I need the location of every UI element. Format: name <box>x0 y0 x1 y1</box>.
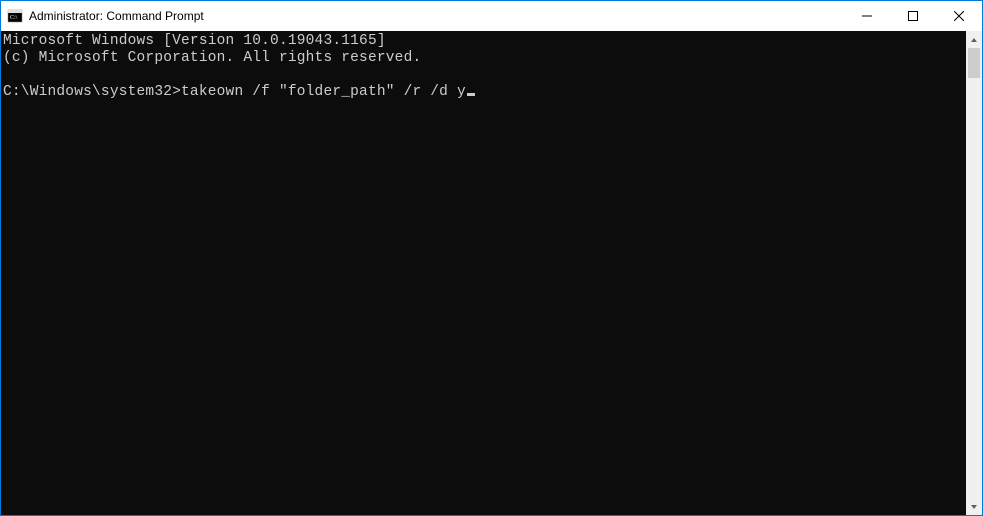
app-icon: C:\ <box>7 8 23 24</box>
window-title: Administrator: Command Prompt <box>29 9 844 23</box>
cursor <box>467 93 475 96</box>
scrollbar-thumb[interactable] <box>968 48 980 78</box>
minimize-button[interactable] <box>844 1 890 31</box>
close-button[interactable] <box>936 1 982 31</box>
console-prompt: C:\Windows\system32> <box>3 84 181 100</box>
console-line: Microsoft Windows [Version 10.0.19043.11… <box>3 33 386 49</box>
console-command: takeown /f "folder_path" /r /d y <box>181 84 466 100</box>
console-content[interactable]: Microsoft Windows [Version 10.0.19043.11… <box>1 31 966 515</box>
scroll-down-button[interactable] <box>966 498 982 515</box>
scrollbar-track[interactable] <box>966 48 982 498</box>
maximize-button[interactable] <box>890 1 936 31</box>
svg-text:C:\: C:\ <box>10 15 18 21</box>
vertical-scrollbar[interactable] <box>966 31 982 515</box>
window-controls <box>844 1 982 31</box>
console-area: Microsoft Windows [Version 10.0.19043.11… <box>1 31 982 515</box>
titlebar: C:\ Administrator: Command Prompt <box>1 1 982 31</box>
command-prompt-window: C:\ Administrator: Command Prompt Micros… <box>0 0 983 516</box>
scroll-up-button[interactable] <box>966 31 982 48</box>
console-line: (c) Microsoft Corporation. All rights re… <box>3 50 421 66</box>
